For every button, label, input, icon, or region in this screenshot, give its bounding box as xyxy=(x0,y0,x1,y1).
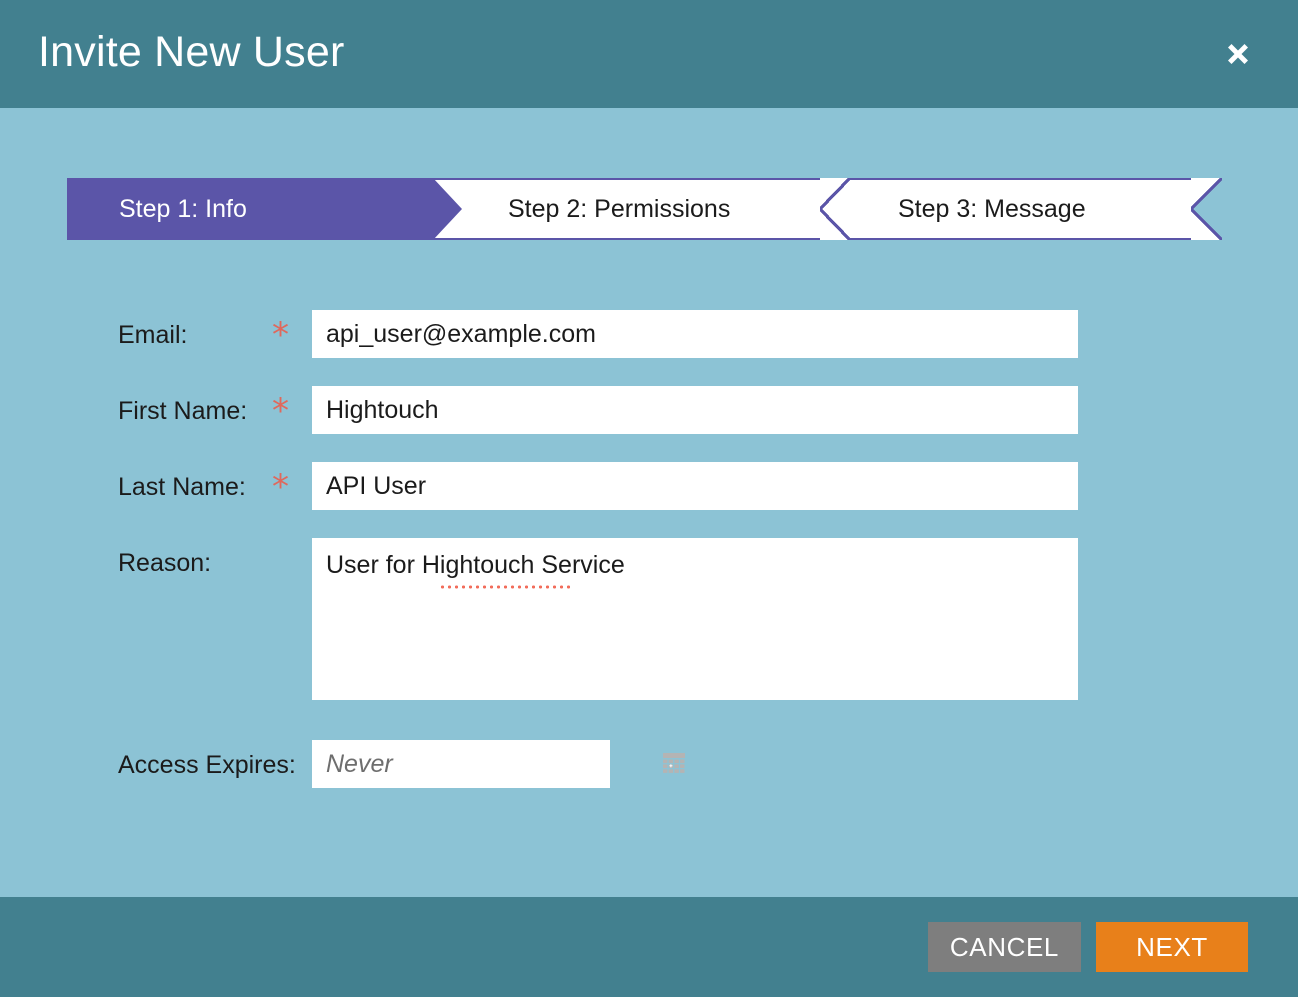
reason-field[interactable] xyxy=(312,538,1078,700)
next-button[interactable]: NEXT xyxy=(1096,922,1248,972)
wizard-step-1-label: Step 1: Info xyxy=(119,194,247,223)
first-name-required-marker: * xyxy=(272,391,289,431)
first-name-field[interactable] xyxy=(312,386,1078,434)
reason-field-wrapper xyxy=(312,538,1078,700)
dialog-body: Step 1: Info Step 2: Permissions Step 3:… xyxy=(0,108,1298,897)
wizard-steps: Step 1: Info Step 2: Permissions Step 3:… xyxy=(67,178,1222,240)
access-expires-label: Access Expires: xyxy=(118,751,296,779)
field-row-email: Email: * xyxy=(0,310,1298,360)
close-button[interactable] xyxy=(1212,28,1264,80)
email-required-marker: * xyxy=(272,315,289,355)
wizard-step-3-label: Step 3: Message xyxy=(898,194,1086,223)
access-expires-field[interactable] xyxy=(312,740,662,788)
email-field[interactable] xyxy=(312,310,1078,358)
wizard-step-3-message[interactable]: Step 3: Message xyxy=(821,178,1222,240)
wizard-step-2-label: Step 2: Permissions xyxy=(508,194,731,223)
invite-new-user-dialog: Invite New User Step 1: Info Step 2: Per… xyxy=(0,0,1298,997)
invite-form: Email: * First Name: * Last Name: * Reas… xyxy=(0,310,1298,816)
calendar-picker-button[interactable] xyxy=(662,740,686,788)
last-name-field[interactable] xyxy=(312,462,1078,510)
field-row-last-name: Last Name: * xyxy=(0,462,1298,512)
reason-label: Reason: xyxy=(118,549,212,577)
last-name-label: Last Name: xyxy=(118,473,246,501)
wizard-step-1-info[interactable]: Step 1: Info xyxy=(67,178,462,240)
dialog-footer: CANCEL NEXT xyxy=(0,897,1298,997)
dialog-titlebar: Invite New User xyxy=(0,0,1298,108)
field-row-reason: Reason: xyxy=(0,538,1298,700)
field-row-first-name: First Name: * xyxy=(0,386,1298,436)
email-label: Email: xyxy=(118,321,188,349)
page-title: Invite New User xyxy=(38,27,345,76)
cancel-button[interactable]: CANCEL xyxy=(927,922,1081,972)
close-icon xyxy=(1221,37,1255,71)
calendar-icon xyxy=(662,752,686,776)
last-name-required-marker: * xyxy=(272,467,289,507)
first-name-label: First Name: xyxy=(118,397,248,425)
wizard-step-2-permissions[interactable]: Step 2: Permissions xyxy=(433,178,850,240)
access-expires-field-wrapper xyxy=(312,740,685,788)
field-row-access-expires: Access Expires: xyxy=(0,740,1298,790)
